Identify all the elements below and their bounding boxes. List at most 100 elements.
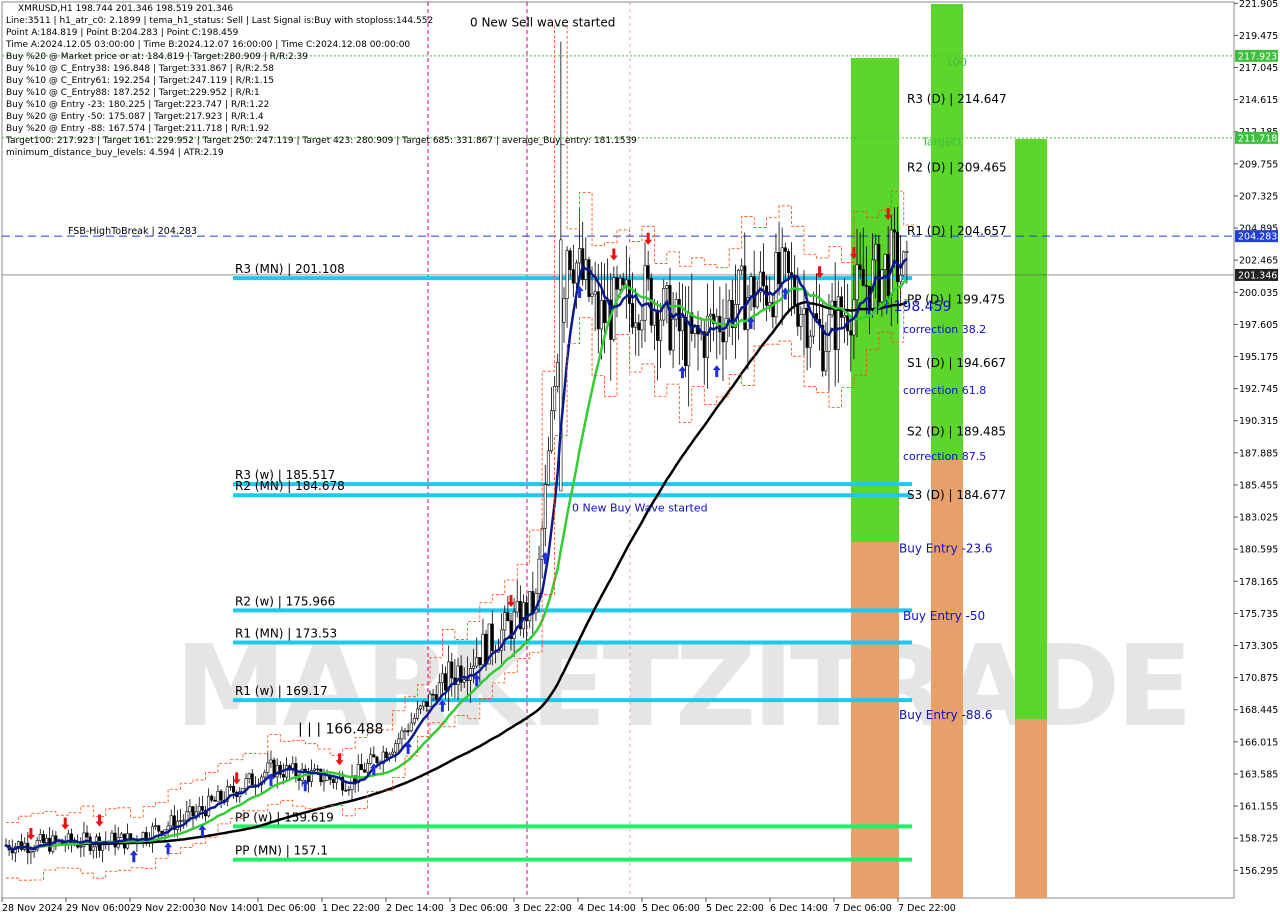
x-tick-label: 7 Dec 06:00 [834, 903, 892, 914]
candle-body [210, 795, 214, 801]
candle-body [29, 850, 33, 854]
info-line: XMRUSD,H1 198.744 201.346 198.519 201.34… [18, 4, 234, 14]
candle-body [643, 265, 647, 321]
candle-body [740, 265, 744, 271]
candle-body [362, 769, 366, 773]
candle-body [568, 250, 572, 270]
candle-body [521, 602, 525, 630]
y-tick-label: 158.725 [1239, 834, 1278, 845]
candle-body [656, 309, 660, 341]
candle-body [481, 633, 485, 666]
candle-body [444, 673, 448, 691]
candle-body [397, 738, 401, 745]
candle-body [721, 331, 725, 343]
pivot-label: R1 (w) | 169.17 [235, 684, 328, 698]
candle-body [708, 313, 712, 317]
entry-zone-orange-2 [931, 460, 963, 898]
x-tick-label: 6 Dec 14:00 [770, 903, 828, 914]
candle-body [843, 315, 847, 318]
candle-body [896, 231, 900, 283]
candle-body [66, 833, 70, 845]
candle-body [472, 665, 476, 669]
candle-body [313, 768, 317, 771]
candle-body [556, 361, 560, 387]
candle-body [462, 679, 466, 683]
candle-body [366, 763, 370, 773]
x-tick-label: 29 Nov 22:00 [130, 903, 194, 914]
y-tick-label: 180.595 [1239, 545, 1278, 556]
candle-body [157, 825, 161, 832]
candle-body [232, 785, 236, 793]
annotation-label: 0 New Sell wave started [470, 15, 615, 29]
candle-body [637, 322, 641, 331]
candle-body [450, 661, 454, 679]
y-tick-label: 219.475 [1239, 31, 1278, 42]
candle-body [228, 785, 232, 788]
annotation-label: | | | 198.459 [866, 299, 951, 315]
info-line: Line:3511 | h1_atr_c0: 2.1899 | tema_h1_… [6, 16, 434, 26]
x-axis: 28 Nov 2024 29 Nov 06:00 29 Nov 22:00 30 No… [1, 898, 956, 914]
candle-body [85, 832, 89, 838]
y-tick-label: 200.035 [1239, 288, 1278, 299]
candle-body [38, 834, 42, 841]
x-tick-label: 3 Dec 06:00 [450, 903, 508, 914]
daily-level-label: R3 (D) | 214.647 [907, 92, 1007, 106]
candle-body [546, 450, 550, 486]
candle-body [415, 708, 419, 719]
candle-body [603, 300, 607, 323]
candle-body [578, 248, 582, 264]
candle-body [79, 846, 83, 848]
price-badge-label: 204.283 [1238, 232, 1277, 243]
target-zone-green-3 [1015, 139, 1047, 719]
candle-body [543, 484, 547, 529]
candle-body [659, 319, 663, 341]
candle-body [119, 833, 123, 838]
pivot-label: R1 (MN) | 173.53 [235, 627, 337, 641]
pivot-label: R3 (MN) | 201.108 [235, 262, 345, 276]
x-tick-label: 7 Dec 22:00 [898, 903, 956, 914]
y-tick-label: 156.295 [1239, 866, 1278, 877]
candle-body [154, 825, 158, 827]
candle-body [761, 271, 765, 287]
y-tick-label: 187.885 [1239, 448, 1278, 459]
y-tick-label: 202.465 [1239, 256, 1278, 267]
candle-body [91, 846, 95, 851]
info-line: Buy %10 @ C_Entry61: 192.254 | Target:24… [6, 76, 275, 86]
candle-body [372, 754, 376, 758]
candle-body [836, 296, 840, 350]
x-tick-label: 5 Dec 22:00 [706, 903, 764, 914]
candle-body [263, 772, 267, 778]
candle-body [200, 805, 204, 811]
candle-body [883, 254, 887, 270]
candle-body [599, 300, 603, 330]
y-tick-label: 163.585 [1239, 769, 1278, 780]
info-line: Buy %20 @ Market price or at: 184.819 | … [6, 52, 309, 62]
candle-body [562, 298, 566, 323]
chart-area[interactable]: MARKETZITRADE R3 (MN) | 201.108 R3 (w) | 1… [0, 0, 1280, 920]
candle-body [166, 825, 170, 831]
pivot-label: R2 (w) | 175.966 [235, 594, 335, 608]
candle-body [777, 252, 781, 285]
daily-level-label: S2 (D) | 189.485 [907, 425, 1006, 439]
candle-body [412, 718, 416, 724]
candle-body [285, 765, 289, 778]
entry-zone-orange-3 [1015, 719, 1047, 898]
daily-level-label: R1 (D) | 204.657 [907, 224, 1007, 238]
candle-body [409, 722, 413, 732]
annotation-label: correction 87.5 [903, 450, 986, 463]
candle-body [384, 751, 388, 759]
candle-body [621, 278, 625, 286]
annotation-label: 100 [946, 56, 967, 69]
candle-body [786, 251, 790, 274]
candle-body [419, 705, 423, 710]
candle-body [250, 773, 254, 786]
candle-body [749, 276, 753, 298]
x-tick-label: 30 Nov 14:00 [194, 903, 258, 914]
candle-body [665, 285, 669, 289]
info-line: Time A:2024.12.05 03:00:00 | Time B:2024… [6, 40, 411, 50]
y-tick-label: 190.315 [1239, 416, 1278, 427]
candle-body [861, 269, 865, 286]
x-tick-label: 29 Nov 06:00 [66, 903, 130, 914]
candle-body [540, 527, 544, 560]
y-tick-label: 168.445 [1239, 705, 1278, 716]
